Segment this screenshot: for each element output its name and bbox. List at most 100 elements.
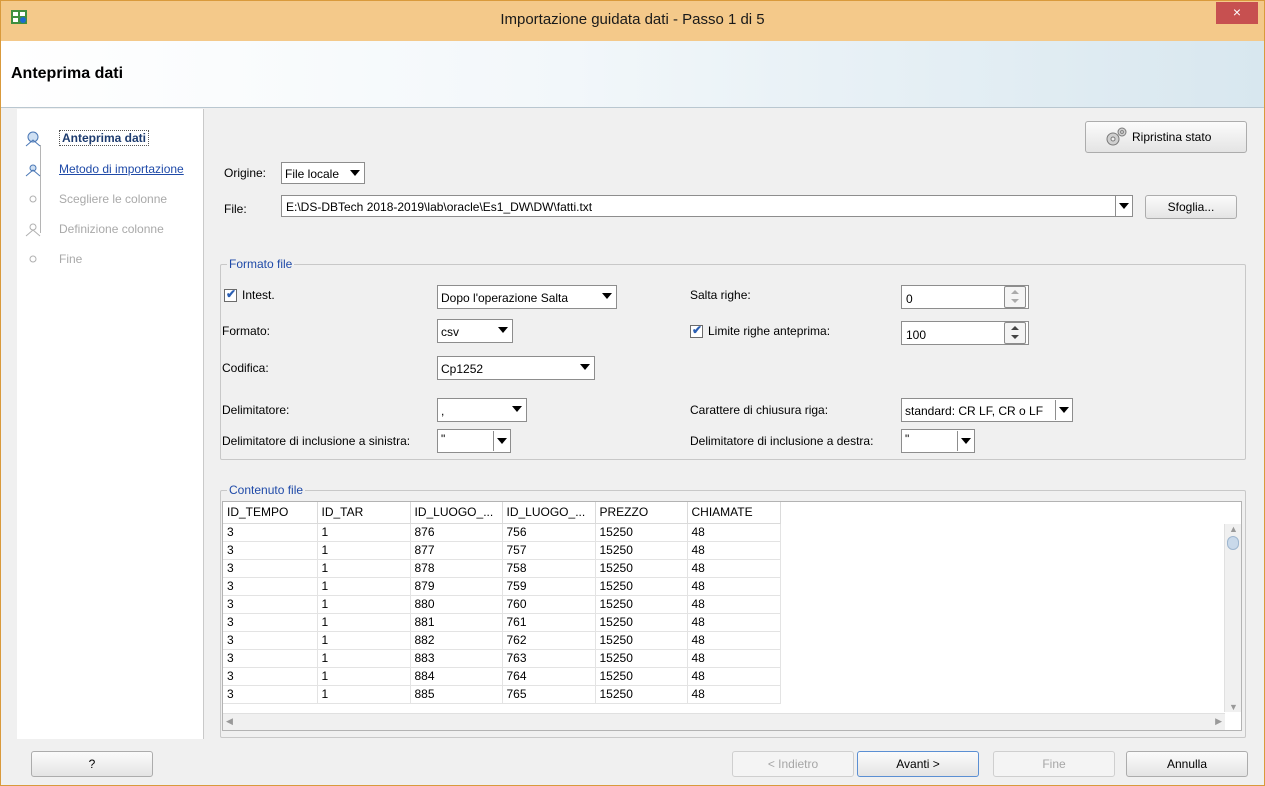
file-path-combo[interactable]: E:\DS-DBTech 2018-2019\lab\oracle\Es1_DW… bbox=[281, 195, 1133, 217]
browse-button[interactable]: Sfoglia... bbox=[1145, 195, 1237, 219]
chevron-down-icon bbox=[600, 289, 614, 303]
line-terminator-value: standard: CR LF, CR o LF bbox=[905, 404, 1044, 418]
column-header[interactable]: PREZZO bbox=[595, 502, 688, 524]
cell: 1 bbox=[317, 595, 411, 614]
vertical-scrollbar[interactable]: ▲ ▼ bbox=[1224, 524, 1241, 712]
table-row[interactable]: 3 1 884 764 15250 48 bbox=[223, 667, 781, 686]
cell: 883 bbox=[410, 649, 503, 668]
cell: 15250 bbox=[595, 559, 688, 578]
step-label: Metodo di importazione bbox=[59, 162, 184, 176]
cell: 48 bbox=[687, 541, 781, 560]
table-row[interactable]: 3 1 881 761 15250 48 bbox=[223, 613, 781, 632]
file-format-title: Formato file bbox=[227, 257, 295, 271]
line-terminator-select[interactable]: standard: CR LF, CR o LF bbox=[901, 398, 1073, 422]
next-button[interactable]: Avanti > bbox=[857, 751, 979, 777]
encoding-select[interactable]: Cp1252 bbox=[437, 356, 595, 380]
cell: 3 bbox=[223, 613, 318, 632]
right-enclosure-select[interactable]: " bbox=[901, 429, 975, 453]
scroll-left-icon[interactable]: ◀ bbox=[226, 716, 233, 727]
cell: 1 bbox=[317, 649, 411, 668]
preview-limit-stepper[interactable] bbox=[1004, 322, 1026, 344]
cell: 3 bbox=[223, 649, 318, 668]
origin-label: Origine: bbox=[224, 166, 267, 180]
chevron-down-icon bbox=[578, 360, 592, 374]
main-panel: Ripristina stato Origine: File locale Fi… bbox=[204, 109, 1264, 739]
right-enclosure-label: Delimitatore di inclusione a destra: bbox=[690, 434, 874, 448]
skip-rows-label: Salta righe: bbox=[690, 288, 751, 302]
column-header[interactable]: ID_LUOGO_... bbox=[502, 502, 596, 524]
chevron-down-icon bbox=[348, 166, 362, 180]
cell: 880 bbox=[410, 595, 503, 614]
table-row[interactable]: 3 1 885 765 15250 48 bbox=[223, 685, 781, 704]
cell: 3 bbox=[223, 541, 318, 560]
table-row[interactable]: 3 1 878 758 15250 48 bbox=[223, 559, 781, 578]
chevron-down-icon bbox=[1055, 400, 1072, 420]
table-row[interactable]: 3 1 877 757 15250 48 bbox=[223, 541, 781, 560]
cell: 1 bbox=[317, 541, 411, 560]
cell: 15250 bbox=[595, 523, 688, 542]
file-path-value: E:\DS-DBTech 2018-2019\lab\oracle\Es1_DW… bbox=[286, 200, 593, 214]
step-scegliere-colonne: Scegliere le colonne bbox=[17, 189, 203, 209]
close-button[interactable]: × bbox=[1216, 2, 1258, 24]
preview-limit-checkbox[interactable]: ✔ bbox=[690, 323, 703, 338]
origin-select[interactable]: File locale bbox=[281, 162, 365, 184]
column-header[interactable]: ID_LUOGO_... bbox=[410, 502, 503, 524]
cancel-button[interactable]: Annulla bbox=[1126, 751, 1248, 777]
file-content-grid[interactable]: ID_TEMPO ID_TAR ID_LUOGO_... ID_LUOGO_..… bbox=[222, 501, 1242, 731]
chevron-down-icon[interactable] bbox=[1115, 196, 1132, 216]
step-node-icon bbox=[25, 164, 41, 177]
cell: 756 bbox=[502, 523, 596, 542]
table-row[interactable]: 3 1 879 759 15250 48 bbox=[223, 577, 781, 596]
left-enclosure-select[interactable]: " bbox=[437, 429, 511, 453]
back-button[interactable]: < Indietro bbox=[732, 751, 854, 777]
table-row[interactable]: 3 1 876 756 15250 48 bbox=[223, 523, 781, 542]
scroll-down-icon[interactable]: ▼ bbox=[1229, 702, 1238, 712]
step-fine: Fine bbox=[17, 249, 203, 269]
column-header[interactable]: CHIAMATE bbox=[687, 502, 781, 524]
cell: 48 bbox=[687, 523, 781, 542]
format-select[interactable]: csv bbox=[437, 319, 513, 343]
format-label: Formato: bbox=[222, 324, 271, 338]
scroll-right-icon[interactable]: ▶ bbox=[1215, 716, 1222, 727]
cell: 761 bbox=[502, 613, 596, 632]
header-checkbox[interactable]: ✔ bbox=[224, 287, 237, 302]
finish-button[interactable]: Fine bbox=[993, 751, 1115, 777]
skip-rows-stepper[interactable] bbox=[1004, 286, 1026, 308]
table-row[interactable]: 3 1 883 763 15250 48 bbox=[223, 649, 781, 668]
cell: 15250 bbox=[595, 667, 688, 686]
scroll-up-icon[interactable]: ▲ bbox=[1229, 524, 1238, 534]
step-metodo-importazione[interactable]: Metodo di importazione bbox=[17, 159, 203, 179]
table-row[interactable]: 3 1 880 760 15250 48 bbox=[223, 595, 781, 614]
cell: 878 bbox=[410, 559, 503, 578]
table-row[interactable]: 3 1 882 762 15250 48 bbox=[223, 631, 781, 650]
help-button[interactable]: ? bbox=[31, 751, 153, 777]
delimiter-select[interactable]: , bbox=[437, 398, 527, 422]
file-label: File: bbox=[224, 202, 247, 216]
encoding-value: Cp1252 bbox=[441, 362, 484, 376]
encoding-label: Codifica: bbox=[222, 361, 269, 375]
reset-state-button[interactable]: Ripristina stato bbox=[1085, 121, 1247, 153]
cell: 764 bbox=[502, 667, 596, 686]
cell: 760 bbox=[502, 595, 596, 614]
step-label: Anteprima dati bbox=[59, 130, 150, 146]
cell: 879 bbox=[410, 577, 503, 596]
scroll-thumb[interactable] bbox=[1227, 536, 1239, 550]
cell: 765 bbox=[502, 685, 596, 704]
format-value: csv bbox=[441, 325, 459, 339]
file-content-title: Contenuto file bbox=[227, 483, 306, 497]
step-node-icon bbox=[29, 195, 37, 203]
step-label: Definizione colonne bbox=[59, 222, 164, 236]
step-anteprima-dati[interactable]: Anteprima dati bbox=[17, 129, 203, 149]
after-op-select[interactable]: Dopo l'operazione Salta bbox=[437, 285, 617, 309]
data-table: ID_TEMPO ID_TAR ID_LUOGO_... ID_LUOGO_..… bbox=[223, 502, 781, 704]
title-bar[interactable]: Importazione guidata dati - Passo 1 di 5… bbox=[1, 1, 1264, 41]
horizontal-scrollbar[interactable]: ◀ ▶ bbox=[223, 713, 1225, 730]
preview-limit-label: Limite righe anteprima: bbox=[708, 324, 831, 338]
column-header[interactable]: ID_TAR bbox=[317, 502, 411, 524]
cell: 881 bbox=[410, 613, 503, 632]
step-node-icon bbox=[25, 131, 41, 147]
cell: 1 bbox=[317, 523, 411, 542]
column-header[interactable]: ID_TEMPO bbox=[223, 502, 318, 524]
import-wizard-window: Importazione guidata dati - Passo 1 di 5… bbox=[0, 0, 1265, 786]
cell: 876 bbox=[410, 523, 503, 542]
